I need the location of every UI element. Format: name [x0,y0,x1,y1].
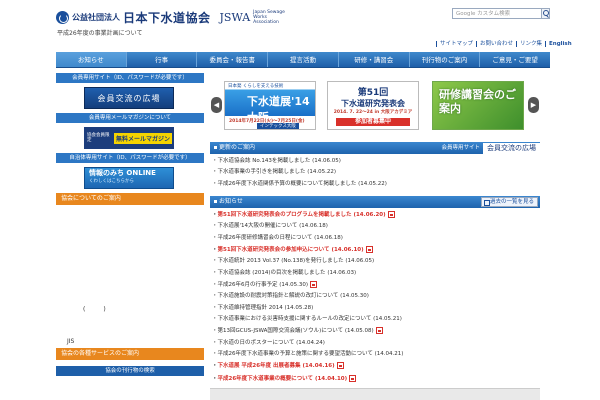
member-site-label: 会員専用サイト [441,145,480,151]
util-link-links[interactable]: リンク集 [516,41,545,47]
pdf-icon[interactable] [349,374,357,382]
utility-links: サイトマップ お問い合わせ リンク集 English [436,41,575,47]
slide2-number: 第51回 [357,88,389,98]
square-bullet-icon [214,146,217,149]
mail-banner-small: 協会会員限定 [87,133,110,143]
util-link-contact[interactable]: お問い合わせ [476,41,516,47]
news-item[interactable]: 下水道展 平成26年度 出展者募集 (14.04.16) [212,362,542,370]
slide-research-conference[interactable]: 第51回 下水道研究発表会 2014. 7. 22〜24 in 大阪アカデミア … [327,81,419,130]
logo-org-name-en: Japan Sewage Works Association [253,10,285,25]
sidebar-mail-head: 会員専用メールマガジンについて [56,113,204,123]
slide2-title: 下水道研究発表会 [341,99,405,108]
slide-gesuidoten[interactable]: 日本発 くらしを支える技術 下水道展'14大阪 2014年7月22日(火)〜7月… [224,81,316,130]
news-item[interactable]: 平成26年6月の行事予定 (14.05.30) [212,281,542,289]
list-item[interactable]: 下水道協会誌 No.143を掲載しました (14.06.05) [212,158,542,164]
pdf-icon[interactable] [375,327,383,335]
joho-banner-title: 情報のみち ONLINE [89,169,156,177]
news-archive-button[interactable]: 過去の一覧を見る [480,197,538,207]
square-bullet-icon [214,200,217,203]
news-item[interactable]: 下水道事業における災害時支援に関するルールの改定について (14.05.21) [212,316,542,322]
sidebar-member-site-head: 会員専用サイト（ID、パスワードが必要です） [56,73,204,83]
logo-abbr: JSWA [219,11,251,24]
slider-next-icon[interactable]: ▶ [528,97,539,113]
news-list: 第51回下水道研究発表会のプログラムを掲載しました (14.06.20) 下水道展… [212,211,542,387]
nav-training[interactable]: 研修・講習会 [339,52,410,67]
bottom-panel [210,388,540,400]
util-link-english[interactable]: English [545,41,575,47]
slide2-date: 2014. 7. 22〜24 in 大阪アカデミア [333,110,413,115]
slide1-venue: インテックス大阪 [257,123,299,129]
sidebar-about-head[interactable]: 協会についてのご案内 [56,193,204,205]
sidebar-services-head[interactable]: 協会の各種サービスのご案内 [56,348,204,360]
jswa-logo-icon [56,11,69,24]
news-item[interactable]: 第51回下水道研究発表会の参加申込について (14.06.10) [212,246,542,254]
pdf-icon[interactable] [310,281,318,289]
slide2-cta: 参加者募集中 [336,118,410,126]
mail-banner-main: 無料メールマガジン [114,132,173,144]
mail-magazine-banner[interactable]: 協会会員限定 無料メールマガジン [84,127,174,149]
news-item[interactable]: 平成26年度下水道事業の概要について (14.04.10) [212,374,542,382]
pdf-icon[interactable] [387,211,395,218]
news-item[interactable]: 平成26年度下水道事業の予算と施策に関する要望活動について (14.04.21) [212,351,542,357]
news-item[interactable]: 下水道統計 2013 Vol.37 (No.138)を発行しました (14.06… [212,258,542,264]
nav-feedback[interactable]: ご意見・ご要望 [480,52,550,67]
global-nav: お知らせ 行事 委員会・報告書 提言活動 研修・講習会 刊行物のご案内 ご意見・… [56,52,550,68]
joho-online-banner[interactable]: 情報のみち ONLINE くわしくはこちらから [84,167,174,189]
sidebar-jis-text: JIS [67,338,75,345]
sidebar-publication-search-head[interactable]: 協会の刊行物の検索 [56,366,204,376]
updates-title: 更新のご案内 [219,144,256,151]
util-link-sitemap[interactable]: サイトマップ [436,41,476,47]
member-forum-mini-banner: 会員交流の広場 [483,142,540,154]
slider-prev-icon[interactable]: ◀ [211,97,222,113]
news-item[interactable]: 下水道の日のポスターについて (14.04.24) [212,340,542,346]
news-item[interactable]: 平成26年度研修講習会の日程について (14.06.18) [212,235,542,241]
sidebar: 会員専用サイト（ID、パスワードが必要です） 会員交流の広場 会員専用メールマガ… [56,73,204,205]
nav-proposals[interactable]: 提言活動 [268,52,339,67]
pdf-icon[interactable] [365,246,373,254]
news-item[interactable]: 下水道施設の耐震対策指針と解説の改訂について (14.05.30) [212,293,542,299]
pdf-icon[interactable] [336,362,344,370]
slide1-tagline: 日本発 くらしを支える技術 [228,84,284,89]
news-item[interactable]: 下水道維持管理指針 2014 (14.05.28) [212,305,542,311]
news-title: お知らせ [219,198,243,205]
nav-events[interactable]: 行事 [127,52,198,67]
nav-news[interactable]: お知らせ [56,52,127,67]
news-item[interactable]: 第13回GCUS-JSWA国際交流会議(ソウル)について (14.05.08) [212,327,542,335]
nav-committees[interactable]: 委員会・報告書 [197,52,269,67]
news-item[interactable]: 下水道展'14大阪の開催について (14.06.18) [212,223,542,229]
list-item[interactable]: 下水道事業の手引きを掲載しました (14.05.22) [212,169,542,175]
joho-banner-sub: くわしくはこちらから [89,179,134,184]
member-forum-banner[interactable]: 会員交流の広場 [84,87,174,109]
updates-list: 下水道協会誌 No.143を掲載しました (14.06.05) 下水道事業の手引… [212,158,542,192]
site-header: 公益社団法人 日本下水道協会 JSWA Japan Sewage Works A… [0,0,600,52]
nav-publications[interactable]: 刊行物のご案内 [410,52,481,67]
list-item[interactable]: 平成26年度下水道関係予算の概要について掲載しました (14.05.22) [212,181,542,187]
logo-org-name: 日本下水道協会 [123,11,211,25]
site-search-input[interactable]: Google カスタム検索 [452,8,542,19]
logo-corp-type: 公益社団法人 [72,13,120,22]
site-logo[interactable]: 公益社団法人 日本下水道協会 JSWA Japan Sewage Works A… [56,9,287,26]
sidebar-paren-text: ( ) [83,306,106,313]
member-site-link[interactable]: 会員専用サイト 会員交流の広場 [441,142,540,154]
slide-training[interactable]: 研修講習会のご案内 [432,81,524,130]
news-item[interactable]: 第51回下水道研究発表会のプログラムを掲載しました (14.06.20) [212,211,542,218]
sidebar-local-site-head: 自治体専用サイト（ID、パスワードが必要です） [56,153,204,163]
updates-header: 更新のご案内 会員専用サイト 会員交流の広場 [210,142,540,154]
banner-slider: ◀ 日本発 くらしを支える技術 下水道展'14大阪 2014年7月22日(火)〜… [210,80,540,134]
search-icon[interactable] [542,8,550,19]
news-item[interactable]: 下水道協会誌 (2014)の目次を掲載しました (14.06.03) [212,270,542,276]
news-header: お知らせ 過去の一覧を見る [210,196,540,208]
header-notice-link[interactable]: 平成26年度の事業計画について [57,28,142,37]
